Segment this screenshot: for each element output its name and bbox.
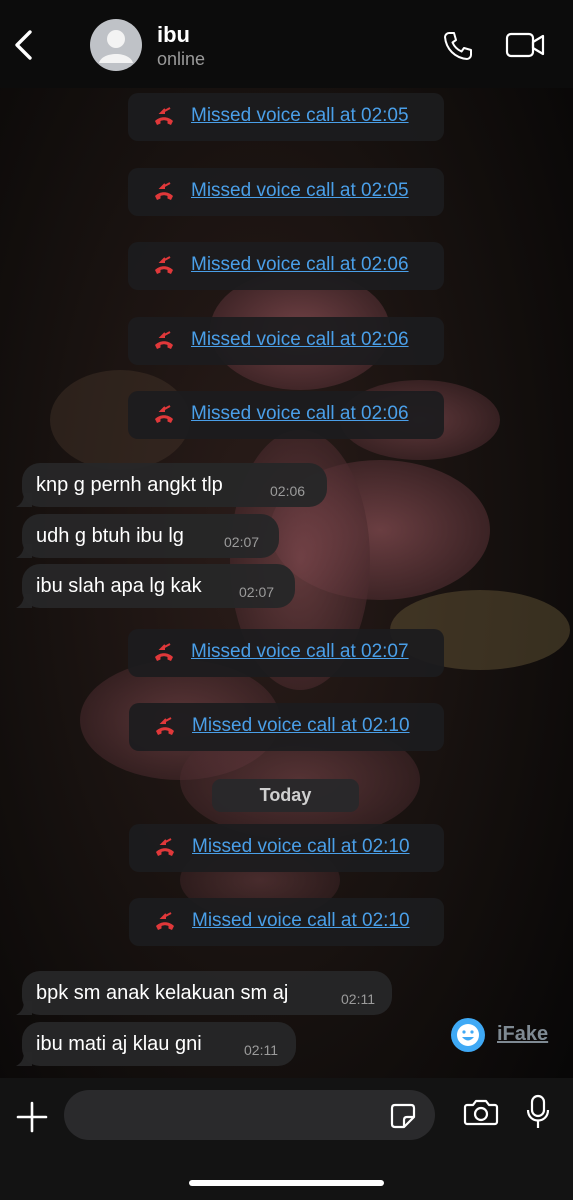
missed-call-label[interactable]: Missed voice call at 02:05 <box>191 105 409 127</box>
missed-call-notice[interactable]: Missed voice call at 02:05 <box>128 93 444 141</box>
video-camera-icon[interactable] <box>505 30 545 60</box>
bubble-tail <box>16 544 32 558</box>
missed-call-icon <box>156 912 174 930</box>
incoming-message[interactable]: knp g pernh angkt tlp 02:06 <box>16 463 327 507</box>
missed-call-icon <box>155 107 173 125</box>
microphone-icon[interactable] <box>525 1094 551 1130</box>
day-separator: Today <box>212 779 359 812</box>
missed-call-label[interactable]: Missed voice call at 02:07 <box>191 641 409 663</box>
missed-call-icon <box>155 182 173 200</box>
watermark-label: iFake <box>497 1023 549 1045</box>
missed-call-icon <box>156 717 174 735</box>
home-indicator <box>189 1180 384 1186</box>
missed-call-icon <box>155 643 173 661</box>
missed-call-icon <box>155 405 173 423</box>
contact-status: online <box>157 49 206 69</box>
incoming-message[interactable]: bpk sm anak kelakuan sm aj 02:11 <box>16 971 392 1015</box>
missed-call-notice[interactable]: Missed voice call at 02:07 <box>128 629 444 677</box>
missed-call-label[interactable]: Missed voice call at 02:06 <box>191 254 409 276</box>
incoming-message[interactable]: ibu mati aj klau gni 02:11 <box>16 1022 296 1066</box>
missed-call-notice[interactable]: Missed voice call at 02:10 <box>129 703 444 751</box>
missed-call-label[interactable]: Missed voice call at 02:05 <box>191 180 409 202</box>
message-time: 02:11 <box>341 991 375 1007</box>
avatar[interactable] <box>90 19 142 71</box>
missed-call-label[interactable]: Missed voice call at 02:10 <box>192 910 410 932</box>
missed-call-notice[interactable]: Missed voice call at 02:06 <box>128 391 444 439</box>
smiley-icon <box>451 1018 485 1052</box>
missed-call-notice[interactable]: Missed voice call at 02:05 <box>128 168 444 216</box>
incoming-message[interactable]: udh g btuh ibu lg 02:07 <box>16 514 279 558</box>
chevron-left-icon[interactable] <box>10 28 38 62</box>
missed-call-icon <box>155 256 173 274</box>
ifake-watermark: iFake <box>451 1018 561 1054</box>
missed-call-notice[interactable]: Missed voice call at 02:06 <box>128 242 444 290</box>
missed-call-label[interactable]: Missed voice call at 02:10 <box>192 715 410 737</box>
missed-call-label[interactable]: Missed voice call at 02:06 <box>191 329 409 351</box>
chat-header: ibu online <box>0 0 573 88</box>
message-time: 02:07 <box>224 534 260 550</box>
message-text: ibu mati aj klau gni <box>36 1033 202 1055</box>
missed-call-icon <box>156 838 174 856</box>
missed-call-notice[interactable]: Missed voice call at 02:06 <box>128 317 444 365</box>
message-time: 02:07 <box>239 584 275 600</box>
sticker-icon[interactable] <box>389 1102 417 1130</box>
missed-call-notice[interactable]: Missed voice call at 02:10 <box>129 898 444 946</box>
person-icon <box>99 30 133 63</box>
phone-icon[interactable] <box>442 30 474 62</box>
plus-icon[interactable] <box>15 1100 49 1134</box>
message-time: 02:06 <box>270 483 306 499</box>
camera-icon[interactable] <box>463 1097 499 1127</box>
contact-name[interactable]: ibu <box>157 22 190 48</box>
message-text: bpk sm anak kelakuan sm aj <box>36 982 289 1004</box>
missed-call-label[interactable]: Missed voice call at 02:10 <box>192 836 410 858</box>
message-text: knp g pernh angkt tlp <box>36 474 223 496</box>
message-text: udh g btuh ibu lg <box>36 525 184 547</box>
message-time: 02:11 <box>244 1042 278 1058</box>
bubble-tail <box>16 1052 32 1066</box>
bubble-tail <box>16 493 32 507</box>
bubble-tail <box>16 594 32 608</box>
message-input[interactable] <box>64 1090 435 1140</box>
message-text: ibu slah apa lg kak <box>36 575 202 597</box>
missed-call-icon <box>155 331 173 349</box>
missed-call-notice[interactable]: Missed voice call at 02:10 <box>129 824 444 872</box>
incoming-message[interactable]: ibu slah apa lg kak 02:07 <box>16 564 295 608</box>
bubble-tail <box>16 1001 32 1015</box>
missed-call-label[interactable]: Missed voice call at 02:06 <box>191 403 409 425</box>
